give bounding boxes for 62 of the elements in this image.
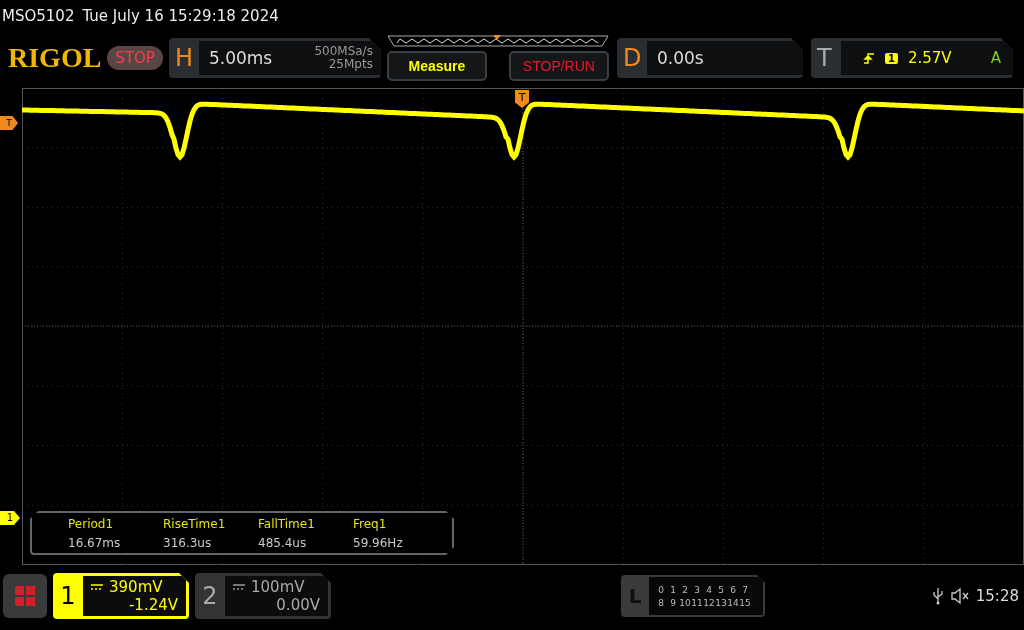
measurement-value: 16.67ms (68, 535, 122, 550)
trigger-level: 2.57V (907, 49, 952, 67)
memory-depth: 25Mpts (328, 58, 373, 71)
measure-button[interactable]: Measure (386, 51, 487, 81)
channel-offset: -1.24V (128, 596, 178, 614)
digital-channel-number: 14 (727, 597, 739, 608)
muted-speaker-icon[interactable] (949, 587, 970, 605)
timebase: 5.00ms (198, 41, 289, 75)
trigger-level-marker[interactable]: T (0, 116, 18, 130)
digital-channel-number: 2 (681, 584, 689, 595)
digital-channel-number: 8 (657, 597, 665, 608)
dc-coupling-icon (233, 584, 245, 590)
delay-panel[interactable]: D 0.00s (616, 38, 803, 78)
channel-offset: 0.00V (276, 596, 320, 614)
measurement-value: 59.96Hz (353, 535, 404, 550)
measurement-value: 316.3us (163, 535, 213, 550)
channel-panel[interactable]: 2 100mV 0.00V (195, 573, 331, 619)
date-time: Tue July 16 15:29:18 2024 (82, 7, 279, 25)
digital-channel-number: 5 (717, 584, 725, 595)
digital-channel-number: 6 (729, 584, 737, 595)
clock: 15:28 (975, 587, 1019, 605)
trigger-panel[interactable]: T 1 2.57V A (810, 38, 1013, 78)
delay-label: D (622, 44, 643, 72)
channel-number: 1 (59, 582, 77, 610)
measurement-name: Freq1 (353, 516, 388, 531)
digital-channel-number: 12 (703, 597, 715, 608)
digital-channel-number: 7 (741, 584, 749, 595)
menu-button[interactable] (3, 574, 47, 618)
channel-scale: 100mV (251, 578, 305, 596)
waveform-overview-icon (386, 35, 609, 47)
sample-rate: 500MSa/s (314, 45, 373, 58)
measurement-name: Period1 (68, 516, 115, 531)
digital-channel-number: 1 (669, 584, 677, 595)
trigger-source-badge: 1 (884, 52, 898, 64)
channel-panel[interactable]: 1 390mV -1.24V (53, 573, 189, 619)
usb-icon (931, 587, 944, 605)
rising-edge-icon (862, 52, 875, 64)
logo: RIGOL (8, 42, 102, 74)
digital-channel-number: 3 (693, 584, 701, 595)
digital-channel-number: 15 (739, 597, 751, 608)
channel-number: 2 (201, 582, 219, 610)
model-name: MSO5102 (2, 7, 75, 25)
digital-channel-number: 11 (691, 597, 703, 608)
trigger-label: T (816, 44, 833, 72)
measurement-name: FallTime1 (258, 516, 316, 531)
horizontal-label: H (174, 44, 194, 72)
digital-channel-number: 4 (705, 584, 713, 595)
delay-value: 0.00s (646, 41, 803, 75)
grid-icon (14, 585, 36, 607)
trigger-mode: A (990, 49, 1001, 67)
dc-coupling-icon (91, 584, 103, 590)
measurement-name: RiseTime1 (163, 516, 227, 531)
digital-channel-number: 13 (715, 597, 727, 608)
digital-channel-number: 9 (669, 597, 677, 608)
digital-channel-number: 10 (679, 597, 691, 608)
measurement-value: 485.4us (258, 535, 308, 550)
horizontal-panel[interactable]: H 5.00ms 500MSa/s 25Mpts (168, 38, 381, 78)
trigger-position-marker[interactable]: T (515, 90, 529, 108)
stop-run-button[interactable]: STOP/RUN (508, 51, 609, 81)
channel-scale: 390mV (109, 578, 163, 596)
digital-channel-number: 0 (657, 584, 665, 595)
channel-offset-marker[interactable]: 1 (0, 511, 20, 525)
